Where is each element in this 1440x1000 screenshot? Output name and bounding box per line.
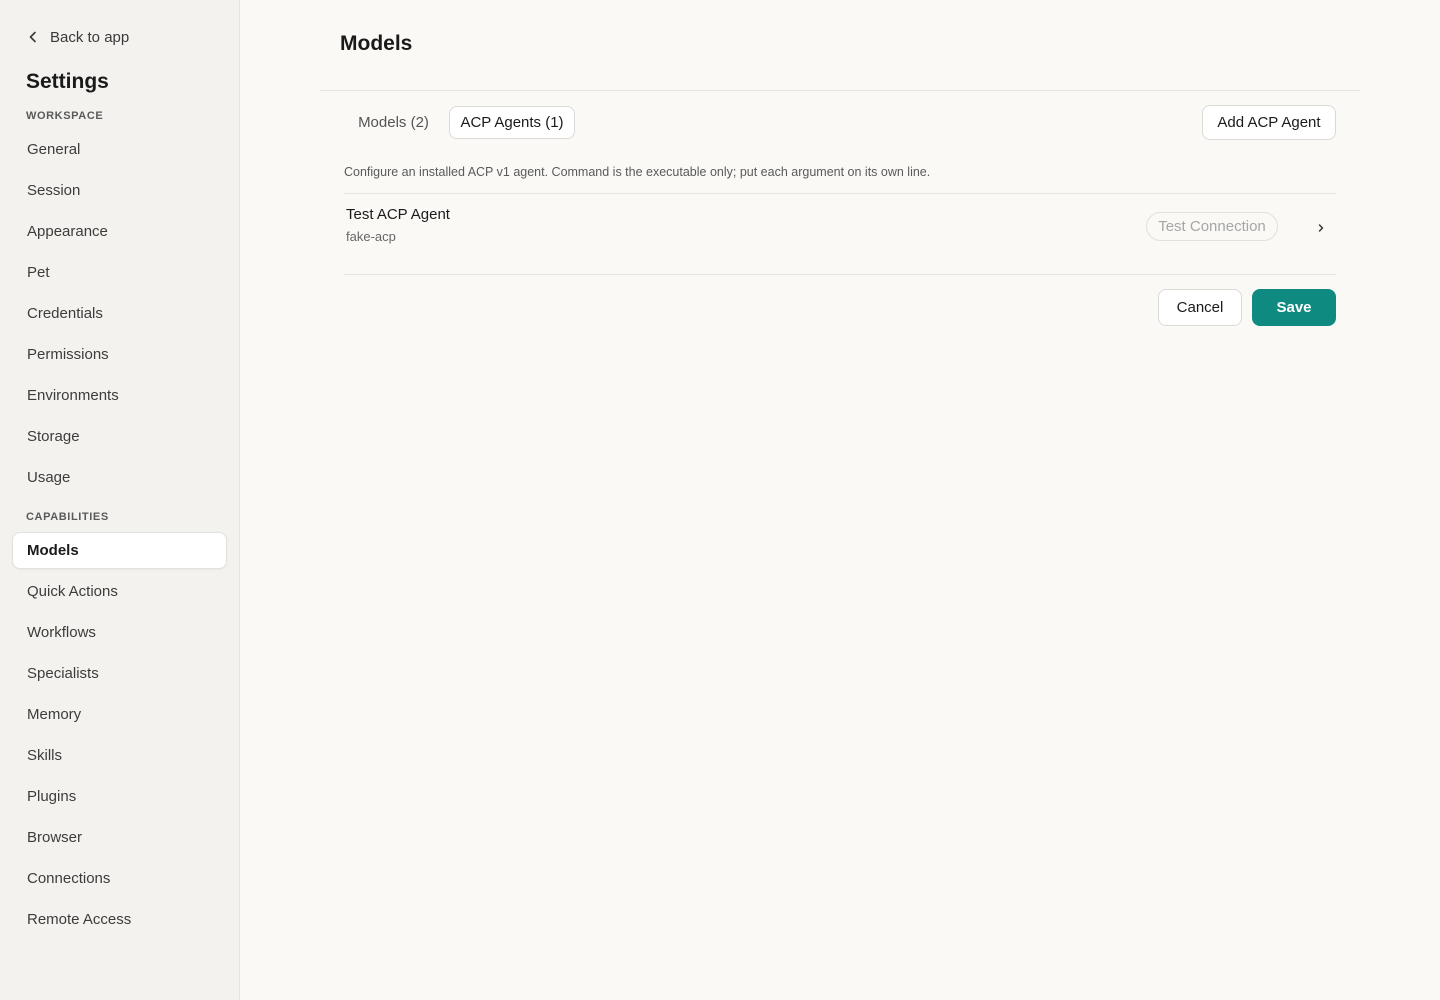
settings-sidebar: Back to app Settings WORKSPACE General S… [0, 0, 240, 1000]
sidebar-item-connections[interactable]: Connections [12, 860, 227, 897]
agent-name: Test ACP Agent [346, 206, 450, 223]
sidebar-item-plugins[interactable]: Plugins [12, 778, 227, 815]
settings-title: Settings [26, 70, 109, 93]
tab-models[interactable]: Models (2) [345, 106, 442, 139]
back-to-app-label: Back to app [50, 28, 130, 46]
sidebar-item-remote-access[interactable]: Remote Access [12, 901, 227, 938]
section-label-workspace: WORKSPACE [26, 110, 104, 122]
tab-acp-agents[interactable]: ACP Agents (1) [449, 106, 575, 139]
sidebar-item-memory[interactable]: Memory [12, 696, 227, 733]
sidebar-item-permissions[interactable]: Permissions [12, 336, 227, 373]
sidebar-item-storage[interactable]: Storage [12, 418, 227, 455]
acp-description: Configure an installed ACP v1 agent. Com… [344, 165, 931, 179]
sidebar-item-general[interactable]: General [12, 131, 227, 168]
sidebar-item-browser[interactable]: Browser [12, 819, 227, 856]
section-label-capabilities: CAPABILITIES [26, 511, 109, 523]
chevron-right-icon[interactable] [1314, 221, 1328, 235]
agent-command: fake-acp [346, 229, 396, 244]
sidebar-item-usage[interactable]: Usage [12, 459, 227, 496]
sidebar-item-appearance[interactable]: Appearance [12, 213, 227, 250]
save-button[interactable]: Save [1252, 289, 1336, 326]
page-title: Models [340, 32, 413, 55]
sidebar-item-credentials[interactable]: Credentials [12, 295, 227, 332]
sidebar-item-models[interactable]: Models [12, 532, 227, 569]
test-connection-button[interactable]: Test Connection [1146, 212, 1278, 241]
cancel-button[interactable]: Cancel [1158, 289, 1242, 326]
sidebar-item-environments[interactable]: Environments [12, 377, 227, 414]
sidebar-item-pet[interactable]: Pet [12, 254, 227, 291]
sidebar-item-session[interactable]: Session [12, 172, 227, 209]
sidebar-item-quick-actions[interactable]: Quick Actions [12, 573, 227, 610]
back-to-app-link[interactable]: Back to app [26, 26, 129, 48]
chevron-left-icon [29, 31, 36, 43]
header-divider [320, 90, 1360, 91]
add-acp-agent-button[interactable]: Add ACP Agent [1202, 105, 1336, 140]
row-divider-bottom [344, 274, 1336, 275]
row-divider-top [344, 193, 1336, 194]
sidebar-item-skills[interactable]: Skills [12, 737, 227, 774]
sidebar-item-workflows[interactable]: Workflows [12, 614, 227, 651]
sidebar-item-specialists[interactable]: Specialists [12, 655, 227, 692]
